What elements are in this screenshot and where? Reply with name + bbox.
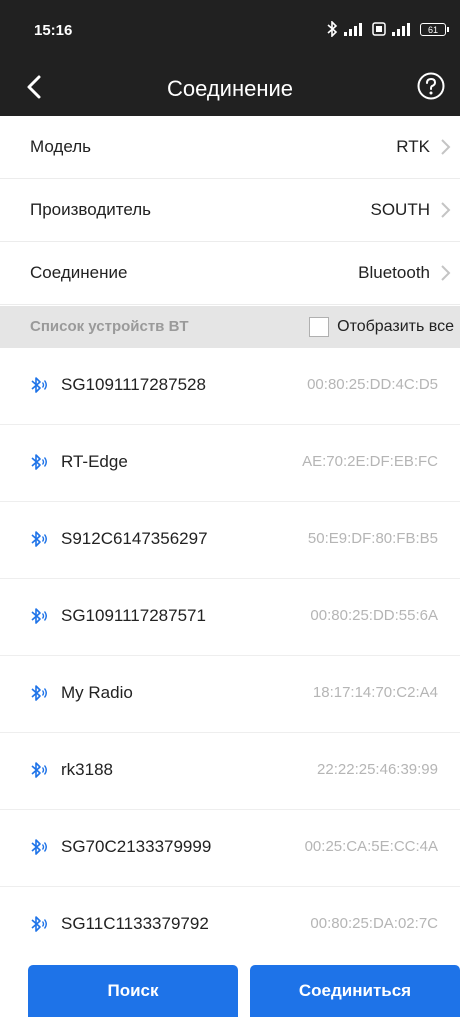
chevron-right-icon [441,202,451,218]
device-item[interactable]: SG1091117287528 00:80:25:DD:4C:D5 [0,348,460,425]
bluetooth-status-icon [327,21,338,37]
signal-icon [344,23,362,36]
device-name: SG70C2133379999 [61,837,212,856]
device-name: SG11C1133379792 [61,914,209,933]
connection-screen: 15:16 61 Соединение Модель RTK Производи… [0,0,460,1017]
setting-row-model[interactable]: Модель RTK [0,116,460,179]
show-all-checkbox[interactable] [309,317,330,337]
signal-2-icon [392,23,410,36]
device-name: SG1091117287571 [61,606,206,625]
setting-row-manufacturer[interactable]: Производитель SOUTH [0,179,460,242]
bluetooth-icon [31,762,47,778]
device-name: SG1091117287528 [61,375,206,394]
status-icons: 61 [326,20,449,38]
setting-value: SOUTH [370,200,431,219]
bluetooth-icon [31,685,47,701]
setting-value: RTK [396,137,430,156]
device-item[interactable]: RT-Edge AE:70:2E:DF:EB:FC [0,425,460,502]
search-button[interactable]: Поиск [28,965,238,1017]
status-bar: 15:16 61 [0,0,460,58]
setting-row-connection[interactable]: Соединение Bluetooth [0,242,460,305]
device-mac: 00:80:25:DD:4C:D5 [307,376,438,393]
connect-button[interactable]: Соединиться [250,965,460,1017]
device-item[interactable]: SG70C2133379999 00:25:CA:5E:CC:4A [0,810,460,887]
bluetooth-icon [31,531,47,547]
setting-label: Соединение [30,263,128,282]
bluetooth-icon [31,839,47,855]
bluetooth-icon [31,916,47,932]
device-item[interactable]: SG11C1133379792 00:80:25:DA:02:7C [0,887,460,964]
bluetooth-icon [31,608,47,624]
setting-value: Bluetooth [358,263,430,282]
show-all-label: Отобразить все [337,318,454,335]
bt-device-list: SG1091117287528 00:80:25:DD:4C:D5 RT-Edg… [0,348,460,964]
device-item[interactable]: S912C6147356297 50:E9:DF:80:FB:B5 [0,502,460,579]
device-mac: 00:25:CA:5E:CC:4A [304,838,438,855]
volte-icon [372,22,386,36]
device-item[interactable]: My Radio 18:17:14:70:C2:A4 [0,656,460,733]
bottom-action-bar: Поиск Соединиться [0,955,460,1017]
app-header: Соединение [0,58,460,116]
show-all-toggle[interactable]: Отобразить все [309,315,454,339]
bluetooth-icon [31,377,47,393]
device-mac: 50:E9:DF:80:FB:B5 [307,530,438,547]
device-mac: AE:70:2E:DF:EB:FC [302,453,438,470]
status-time: 15:16 [34,22,73,39]
device-item[interactable]: SG1091117287571 00:80:25:DD:55:6A [0,579,460,656]
device-mac: 18:17:14:70:C2:A4 [312,684,438,701]
device-name: rk3188 [61,760,113,779]
bt-list-title: Список устройств BT [30,318,189,335]
connection-settings: Модель RTK Производитель SOUTH Соединени… [0,116,460,305]
setting-label: Модель [30,137,92,156]
device-name: My Radio [61,683,133,702]
device-name: RT-Edge [61,452,128,471]
bluetooth-icon [31,454,47,470]
help-circle-icon[interactable] [416,71,446,101]
battery-icon: 61 [420,22,449,36]
device-mac: 22:22:25:46:39:99 [317,761,438,778]
device-item[interactable]: rk3188 22:22:25:46:39:99 [0,733,460,810]
chevron-right-icon [441,265,451,281]
bt-device-list-header: Список устройств BT Отобразить все [0,306,460,348]
chevron-right-icon [441,139,451,155]
device-mac: 00:80:25:DD:55:6A [310,607,438,624]
device-mac: 00:80:25:DA:02:7C [310,915,438,932]
setting-label: Производитель [30,200,152,219]
page-title: Соединение [166,76,294,101]
device-name: S912C6147356297 [61,529,208,548]
